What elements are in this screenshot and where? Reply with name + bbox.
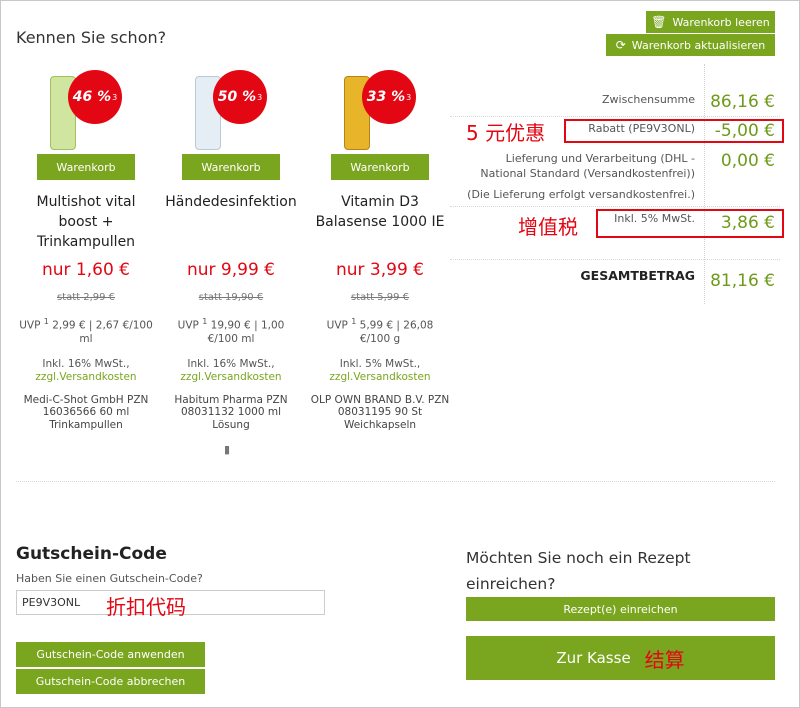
trash-icon: 🗑 bbox=[651, 15, 667, 29]
cancel-coupon-button[interactable]: Gutschein-Code abbrechen bbox=[16, 669, 205, 694]
total-label: GESAMTBETRAG bbox=[580, 268, 695, 283]
add-to-cart-button[interactable]: Warenkorb bbox=[37, 154, 135, 180]
uvp-label: UVP bbox=[19, 319, 41, 332]
product-old-price: statt 2,99 € bbox=[56, 292, 116, 303]
product-card: 46 % 3 Warenkorb Multishot vital boost + … bbox=[16, 68, 156, 431]
checkout-button[interactable]: Zur Kasse 结算 bbox=[466, 636, 775, 680]
product-uvp: UVP 1 2,99 € | 2,67 €/100 ml bbox=[16, 315, 156, 346]
uvp-note: 1 bbox=[351, 317, 357, 326]
uvp-label: UVP bbox=[177, 319, 199, 332]
subtotal-label: Zwischensumme bbox=[602, 93, 695, 106]
discount-badge-value: 50 % bbox=[217, 89, 257, 105]
vat-highlight-box bbox=[596, 209, 784, 238]
shipping-label: Lieferung und Verarbeitung (DHL - Nation… bbox=[480, 152, 695, 180]
add-to-cart-button[interactable]: Warenkorb bbox=[331, 154, 429, 180]
section-divider bbox=[16, 481, 775, 482]
total-value: 81,16 € bbox=[710, 271, 775, 291]
product-name[interactable]: Multishot vital boost + Trinkampullen bbox=[16, 192, 156, 252]
product-old-price: statt 5,99 € bbox=[350, 292, 410, 303]
product-price: nur 3,99 € bbox=[335, 260, 424, 280]
discount-highlight-box bbox=[564, 119, 784, 143]
product-maker: Habitum Pharma PZN 08031132 1000 ml Lösu… bbox=[174, 393, 288, 431]
product-tax: Inkl. 5% MwSt., bbox=[339, 357, 421, 370]
refresh-cart-label: Warenkorb aktualisieren bbox=[631, 38, 766, 52]
shipping-link[interactable]: zzgl.Versandkosten bbox=[310, 371, 450, 384]
uvp-value: 2,99 € | 2,67 €/100 ml bbox=[52, 319, 153, 345]
product-uvp: UVP 1 5,99 € | 26,08 €/100 g bbox=[310, 315, 450, 346]
uvp-value: 19,90 € | 1,00 €/100 ml bbox=[207, 319, 285, 345]
checkout-label: Zur Kasse bbox=[556, 649, 631, 667]
discount-badge-value: 46 % bbox=[72, 89, 112, 105]
product-image[interactable]: 50 % 3 bbox=[161, 68, 301, 154]
apply-coupon-button[interactable]: Gutschein-Code anwenden bbox=[16, 642, 205, 667]
submit-prescription-button[interactable]: Rezept(e) einreichen bbox=[466, 597, 775, 621]
discount-badge-note: 3 bbox=[112, 92, 118, 102]
discount-badge-value: 33 % bbox=[366, 89, 406, 105]
discount-badge-note: 3 bbox=[406, 92, 412, 102]
refresh-icon: ⟳ bbox=[615, 38, 626, 52]
add-to-cart-button[interactable]: Warenkorb bbox=[182, 154, 280, 180]
product-name[interactable]: Händedesinfektion bbox=[161, 192, 301, 252]
discount-badge: 33 % 3 bbox=[362, 70, 416, 124]
product-price: nur 9,99 € bbox=[186, 260, 275, 280]
prescription-question: Möchten Sie noch ein Rezept einreichen? bbox=[466, 549, 691, 593]
discount-badge: 46 % 3 bbox=[68, 70, 122, 124]
discount-badge: 50 % 3 bbox=[213, 70, 267, 124]
coupon-title: Gutschein-Code bbox=[16, 544, 167, 564]
uvp-note: 1 bbox=[202, 317, 208, 326]
battery-icon: ▮ bbox=[224, 443, 231, 456]
product-card: 33 % 3 Warenkorb Vitamin D3 Balasense 100… bbox=[310, 68, 450, 431]
product-image[interactable]: 46 % 3 bbox=[16, 68, 156, 154]
discount-annotation: 5 元优惠 bbox=[466, 121, 546, 145]
checkout-annotation: 结算 bbox=[644, 647, 685, 672]
product-maker: Medi-C-Shot GmbH PZN 16036566 60 ml Trin… bbox=[23, 393, 149, 431]
section-title: Kennen Sie schon? bbox=[16, 28, 167, 47]
product-image[interactable]: 33 % 3 bbox=[310, 68, 450, 154]
shipping-link[interactable]: zzgl.Versandkosten bbox=[161, 371, 301, 384]
product-old-price: statt 19,90 € bbox=[198, 292, 264, 303]
product-tax: Inkl. 16% MwSt., bbox=[42, 357, 130, 370]
uvp-value: 5,99 € | 26,08 €/100 g bbox=[359, 319, 434, 345]
shipping-link[interactable]: zzgl.Versandkosten bbox=[16, 371, 156, 384]
shipping-note: (Die Lieferung erfolgt versandkostenfrei… bbox=[467, 188, 695, 201]
product-name[interactable]: Vitamin D3 Balasense 1000 IE bbox=[310, 192, 450, 252]
uvp-note: 1 bbox=[43, 317, 49, 326]
product-price: nur 1,60 € bbox=[41, 260, 130, 280]
uvp-label: UVP bbox=[326, 319, 348, 332]
shipping-value: 0,00 € bbox=[720, 151, 775, 171]
refresh-cart-button[interactable]: ⟳ Warenkorb aktualisieren bbox=[606, 34, 775, 56]
clear-cart-label: Warenkorb leeren bbox=[672, 15, 770, 29]
discount-badge-note: 3 bbox=[257, 92, 263, 102]
clear-cart-button[interactable]: 🗑 Warenkorb leeren bbox=[646, 11, 775, 33]
product-card: 50 % 3 Warenkorb Händedesinfektion nur 9,… bbox=[161, 68, 301, 431]
coupon-annotation: 折扣代码 bbox=[106, 595, 186, 619]
subtotal-value: 86,16 € bbox=[710, 92, 775, 112]
product-uvp: UVP 1 19,90 € | 1,00 €/100 ml bbox=[161, 315, 301, 346]
product-tax: Inkl. 16% MwSt., bbox=[187, 357, 275, 370]
summary-divider bbox=[450, 259, 780, 260]
summary-divider bbox=[450, 206, 780, 207]
product-maker: OLP OWN BRAND B.V. PZN 08031195 90 St We… bbox=[310, 393, 450, 431]
coupon-question: Haben Sie einen Gutschein-Code? bbox=[16, 572, 203, 585]
vat-annotation: 增值税 bbox=[518, 215, 578, 239]
